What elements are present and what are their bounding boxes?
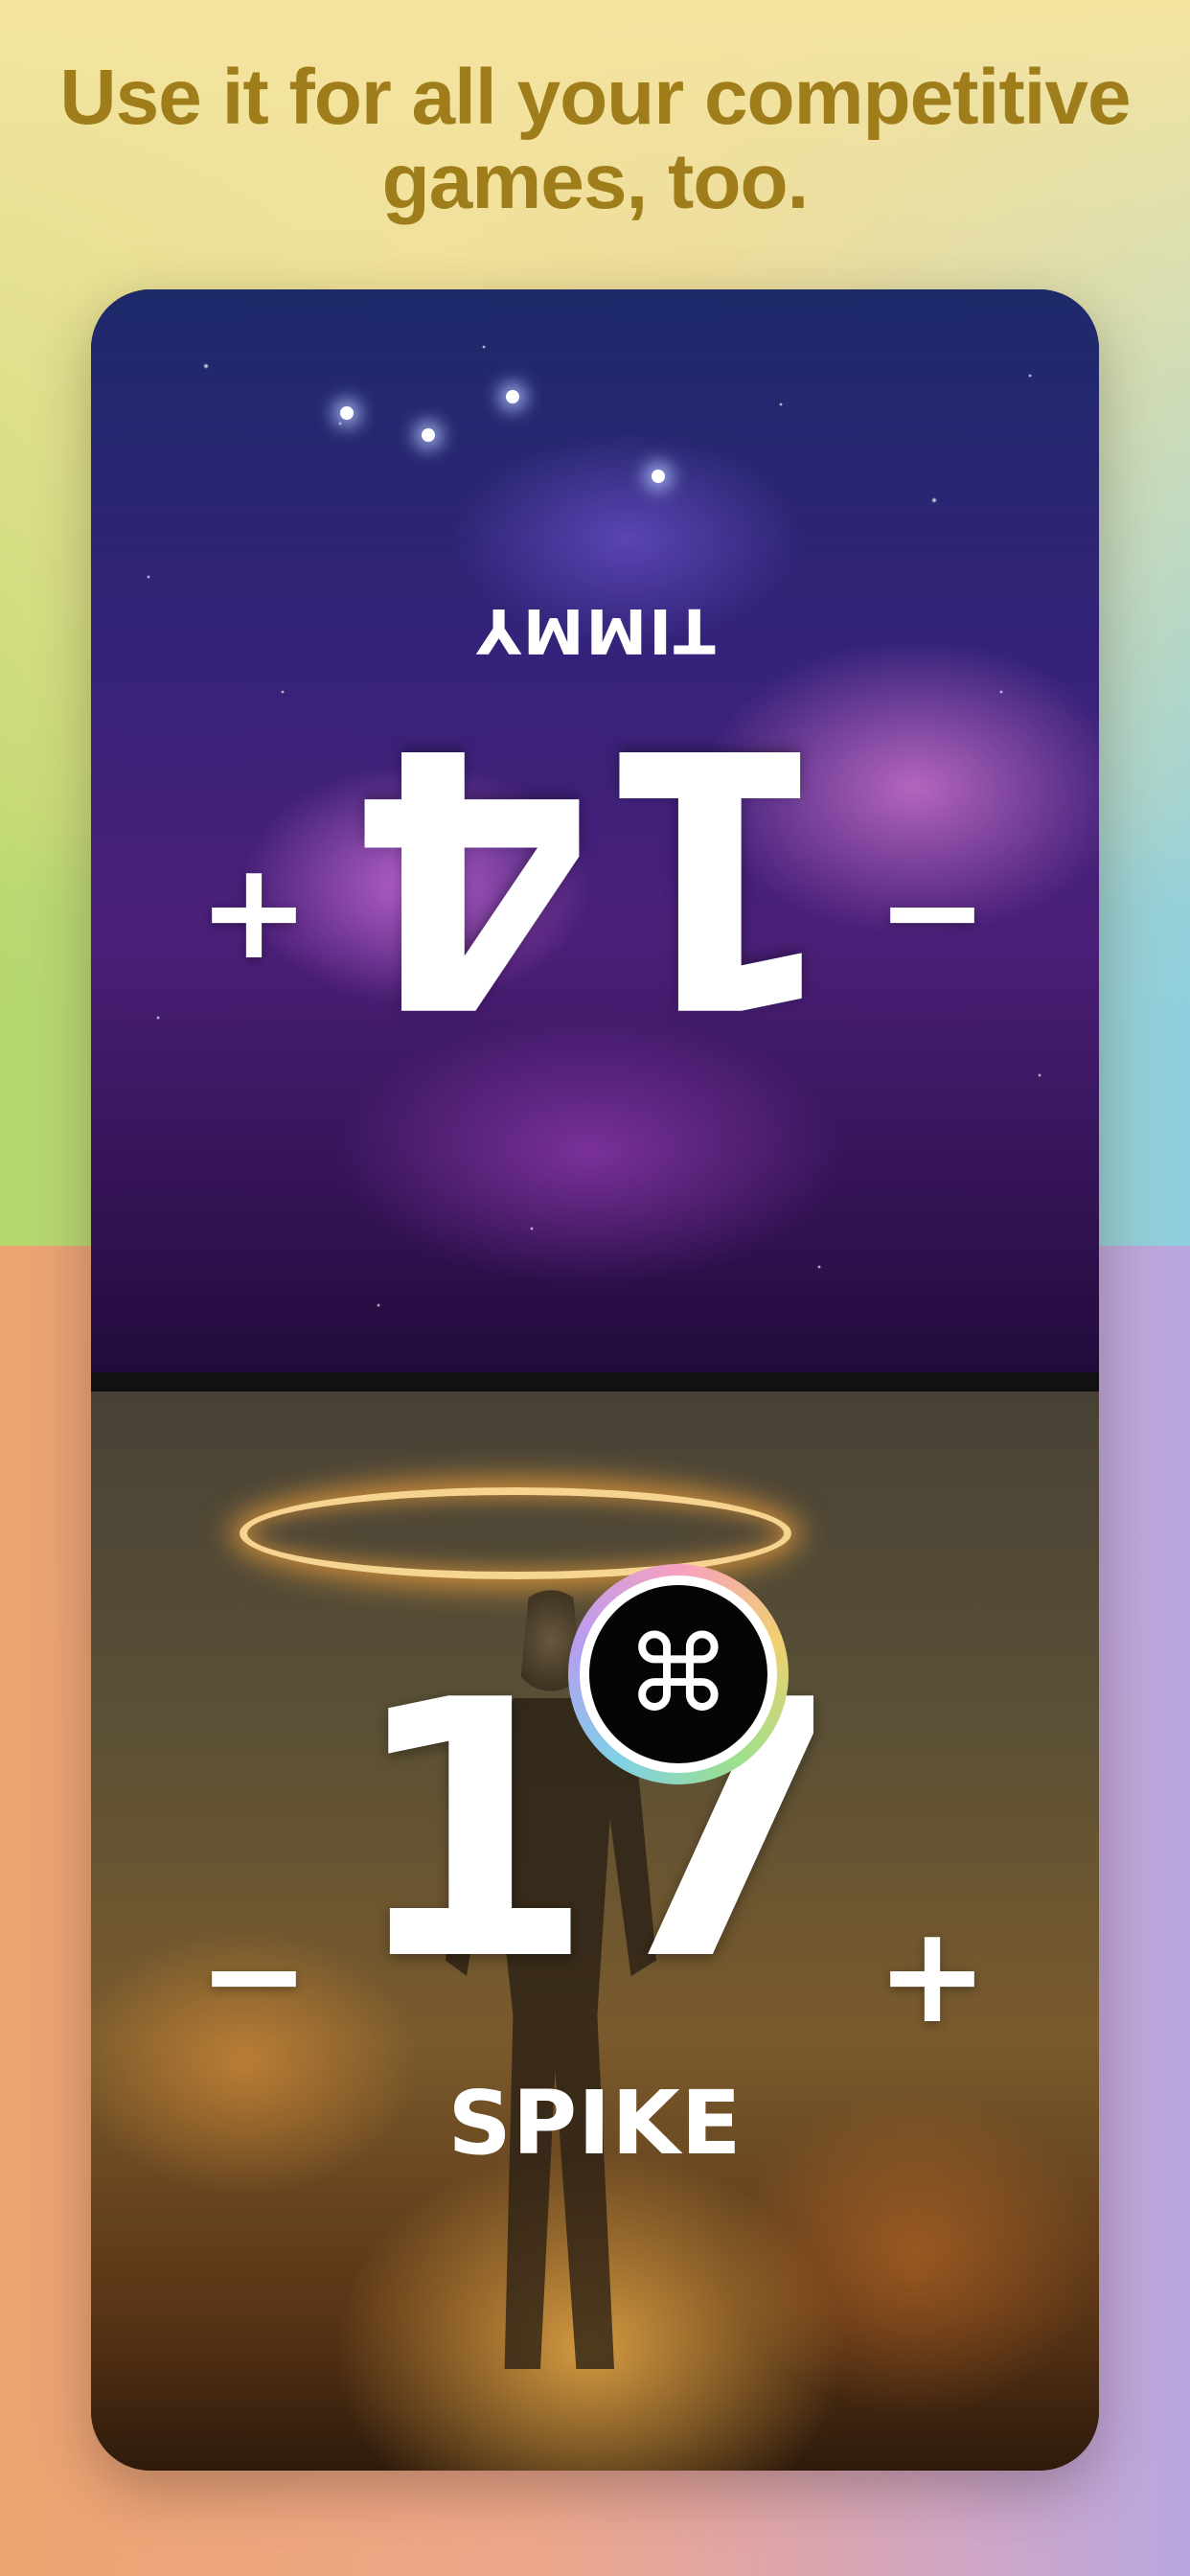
- bottom-decrement-button[interactable]: −: [187, 1909, 321, 2043]
- player-score-top: 14: [348, 668, 842, 1080]
- menu-button-ring: ⌘: [580, 1576, 777, 1773]
- bottom-increment-button[interactable]: +: [865, 1909, 999, 2043]
- star: [652, 470, 665, 483]
- command-icon: ⌘: [589, 1585, 767, 1763]
- star: [422, 428, 435, 442]
- headline: Use it for all your competitive games, t…: [59, 54, 1131, 225]
- phone-screen: TIMMY 14 + − 17 SPIKE − + ⌘: [91, 289, 1099, 2471]
- top-increment-button[interactable]: +: [187, 845, 321, 979]
- star: [506, 390, 519, 403]
- player-name-top: TIMMY: [474, 594, 716, 665]
- player-name-bottom: SPIKE: [447, 2072, 743, 2174]
- player-pane-top[interactable]: TIMMY 14 + −: [91, 289, 1099, 1372]
- fire-halo-art: [240, 1487, 791, 1579]
- menu-button[interactable]: ⌘: [568, 1564, 789, 1784]
- star: [340, 406, 354, 420]
- top-decrement-button[interactable]: −: [865, 845, 999, 979]
